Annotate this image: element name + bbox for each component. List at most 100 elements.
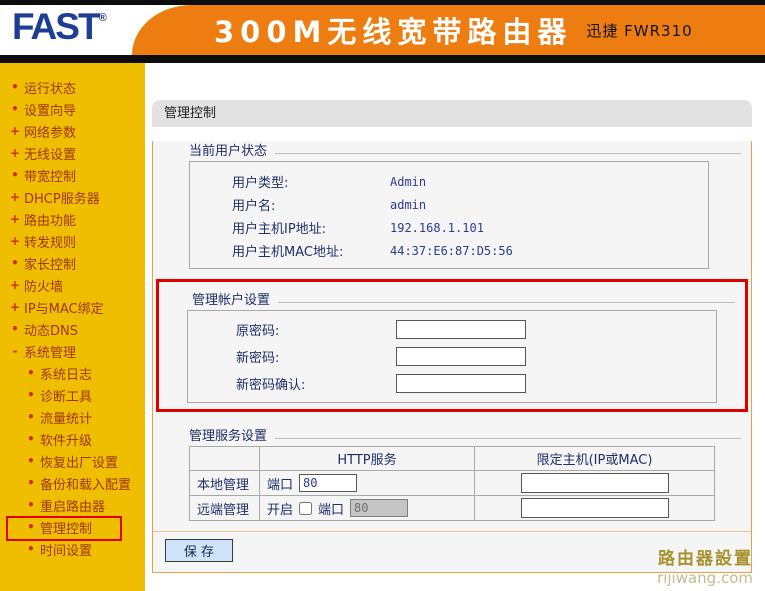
sidebar-item-setup-wizard[interactable]: • 设置向导: [0, 98, 145, 120]
plus-bullet-icon: +: [10, 212, 21, 226]
local-management-row: 本地管理 端口: [189, 470, 715, 496]
minus-bullet-icon: -: [12, 344, 18, 358]
sidebar-item-dynamic-dns[interactable]: • 动态DNS: [0, 318, 145, 340]
sidebar-item-firmware-upgrade[interactable]: • 软件升级: [0, 428, 145, 450]
dot-bullet-icon: •: [11, 256, 19, 270]
remote-host-input[interactable]: [520, 498, 669, 518]
plus-bullet-icon: +: [10, 234, 21, 248]
dot-bullet-icon: •: [27, 476, 35, 490]
local-port-input[interactable]: [299, 474, 358, 492]
sidebar-item-time-settings[interactable]: • 时间设置: [0, 538, 145, 560]
sidebar-item-backup-restore[interactable]: • 备份和载入配置: [0, 472, 145, 494]
sidebar-item-routing-function[interactable]: + 路由功能: [0, 208, 145, 230]
sidebar-item-traffic-statistics[interactable]: • 流量统计: [0, 406, 145, 428]
sidebar-item-label: 无线设置: [24, 147, 77, 163]
sidebar-item-diagnostic-tools[interactable]: • 诊断工具: [0, 384, 145, 406]
host-ip-value: 192.168.1.101: [390, 220, 484, 235]
sidebar-item-admin-control[interactable]: • 管理控制: [0, 516, 145, 541]
table-header-row: HTTP服务 限定主机(IP或MAC): [189, 446, 715, 471]
sidebar-item-running-status[interactable]: • 运行状态: [0, 76, 145, 98]
fast-logo-text: FAST: [12, 6, 101, 47]
dot-bullet-icon: •: [27, 432, 35, 446]
sidebar-item-network-params[interactable]: + 网络参数: [0, 120, 145, 142]
user-type-value: Admin: [390, 174, 427, 189]
confirm-password-row: 新密码确认:: [188, 370, 716, 397]
watermark-brand: 路由器設置: [658, 549, 753, 570]
sidebar-item-wireless-settings[interactable]: + 无线设置: [0, 142, 145, 164]
sidebar-item-reboot-router[interactable]: • 重启路由器: [0, 494, 145, 516]
sidebar-item-label: 流量统计: [40, 411, 93, 427]
remote-management-label: 远端管理: [189, 495, 260, 521]
sidebar-item-ip-mac-binding[interactable]: + IP与MAC绑定: [0, 296, 145, 318]
sidebar-item-label: 系统管理: [24, 345, 77, 361]
router-admin-page: FAST® 300M无线宽带路由器 迅捷 FWR310 • 运行状态 • 设置向导 …: [0, 0, 765, 591]
sidebar-item-label: 路由功能: [24, 213, 77, 229]
content-panel: 当前用户状态 用户类型: Admin 用户名: admin 用户主机IP地址: …: [152, 141, 752, 573]
dot-bullet-icon: •: [11, 102, 19, 116]
confirm-password-input[interactable]: [396, 374, 526, 393]
old-password-input[interactable]: [396, 320, 526, 339]
remote-enable-checkbox[interactable]: [299, 501, 313, 515]
section-title-text: 管理帐户设置: [192, 292, 271, 308]
plus-bullet-icon: +: [10, 124, 21, 138]
new-password-label: 新密码:: [236, 351, 280, 366]
fast-logo: FAST®: [12, 6, 107, 48]
header-separator-bar: [0, 55, 765, 63]
page-title: 管理控制: [152, 100, 752, 127]
sidebar-item-factory-reset[interactable]: • 恢复出厂设置: [0, 450, 145, 472]
section-title-text: 当前用户状态: [189, 143, 268, 159]
sidebar-item-label: 运行状态: [24, 81, 77, 97]
header-orange-band: 300M无线宽带路由器 迅捷 FWR310: [132, 5, 765, 55]
user-type-row: 用户类型: Admin: [190, 170, 708, 193]
sidebar-item-label: 带宽控制: [24, 169, 77, 185]
dot-bullet-icon: •: [27, 388, 35, 402]
section-title-account-settings: 管理帐户设置: [192, 290, 735, 308]
dot-bullet-icon: •: [27, 520, 35, 534]
save-button[interactable]: 保 存: [165, 539, 233, 562]
sidebar-item-label: 软件升级: [40, 433, 93, 449]
local-port-label: 端口: [267, 477, 294, 493]
section-title-text: 管理服务设置: [189, 428, 268, 444]
watermark-site: rijiwang.com: [657, 568, 753, 587]
plus-bullet-icon: +: [10, 300, 21, 314]
sidebar-item-label: 重启路由器: [40, 499, 106, 515]
service-settings-table: HTTP服务 限定主机(IP或MAC) 本地管理 端口 80 远端管理 开启 端…: [189, 446, 715, 521]
user-type-label: 用户类型:: [232, 176, 289, 191]
local-host-input[interactable]: [520, 473, 669, 493]
sidebar-item-forwarding-rules[interactable]: + 转发规则: [0, 230, 145, 252]
user-name-row: 用户名: admin: [190, 193, 708, 216]
sidebar-item-system-log[interactable]: • 系统日志: [0, 362, 145, 384]
host-ip-row: 用户主机IP地址: 192.168.1.101: [190, 216, 708, 239]
remote-management-row: 远端管理 开启 端口: [189, 495, 715, 521]
section-title-user-status: 当前用户状态: [189, 141, 741, 159]
sidebar-item-parental-control[interactable]: • 家长控制: [0, 252, 145, 274]
section-title-rule: [278, 301, 735, 303]
sidebar-item-label: 时间设置: [40, 543, 93, 559]
dot-bullet-icon: •: [11, 168, 19, 182]
new-password-row: 新密码:: [188, 343, 716, 370]
product-title: 300M无线宽带路由器: [214, 15, 573, 49]
sidebar-menu: • 运行状态 • 设置向导 + 网络参数 + 无线设置 • 带宽控制 + DHCP服务器 +…: [0, 63, 145, 591]
new-password-input[interactable]: [396, 347, 526, 366]
sidebar-item-bandwidth-control[interactable]: • 带宽控制: [0, 164, 145, 186]
section-title-rule: [275, 152, 741, 154]
sidebar-item-dhcp-server[interactable]: + DHCP服务器: [0, 186, 145, 208]
sidebar-item-label: 防火墙: [24, 279, 64, 295]
user-name-value: admin: [390, 197, 427, 212]
old-password-row: 原密码:: [188, 316, 716, 343]
host-ip-label: 用户主机IP地址:: [232, 222, 327, 237]
remote-port-input[interactable]: [350, 499, 409, 517]
dot-bullet-icon: •: [27, 410, 35, 424]
sidebar-item-firewall[interactable]: + 防火墙: [0, 274, 145, 296]
sidebar-item-system-management[interactable]: - 系统管理: [0, 340, 145, 362]
dot-bullet-icon: •: [27, 542, 35, 556]
section-title-service-settings: 管理服务设置: [189, 426, 741, 444]
sidebar-item-label: 恢复出厂设置: [40, 455, 119, 471]
plus-bullet-icon: +: [10, 146, 21, 160]
local-management-label: 本地管理: [189, 470, 260, 496]
plus-bullet-icon: +: [10, 278, 21, 292]
sidebar-item-label: 备份和载入配置: [40, 477, 132, 493]
product-model: 迅捷 FWR310: [586, 21, 693, 40]
header-banner: FAST® 300M无线宽带路由器 迅捷 FWR310: [0, 5, 765, 55]
section-title-rule: [275, 437, 741, 439]
